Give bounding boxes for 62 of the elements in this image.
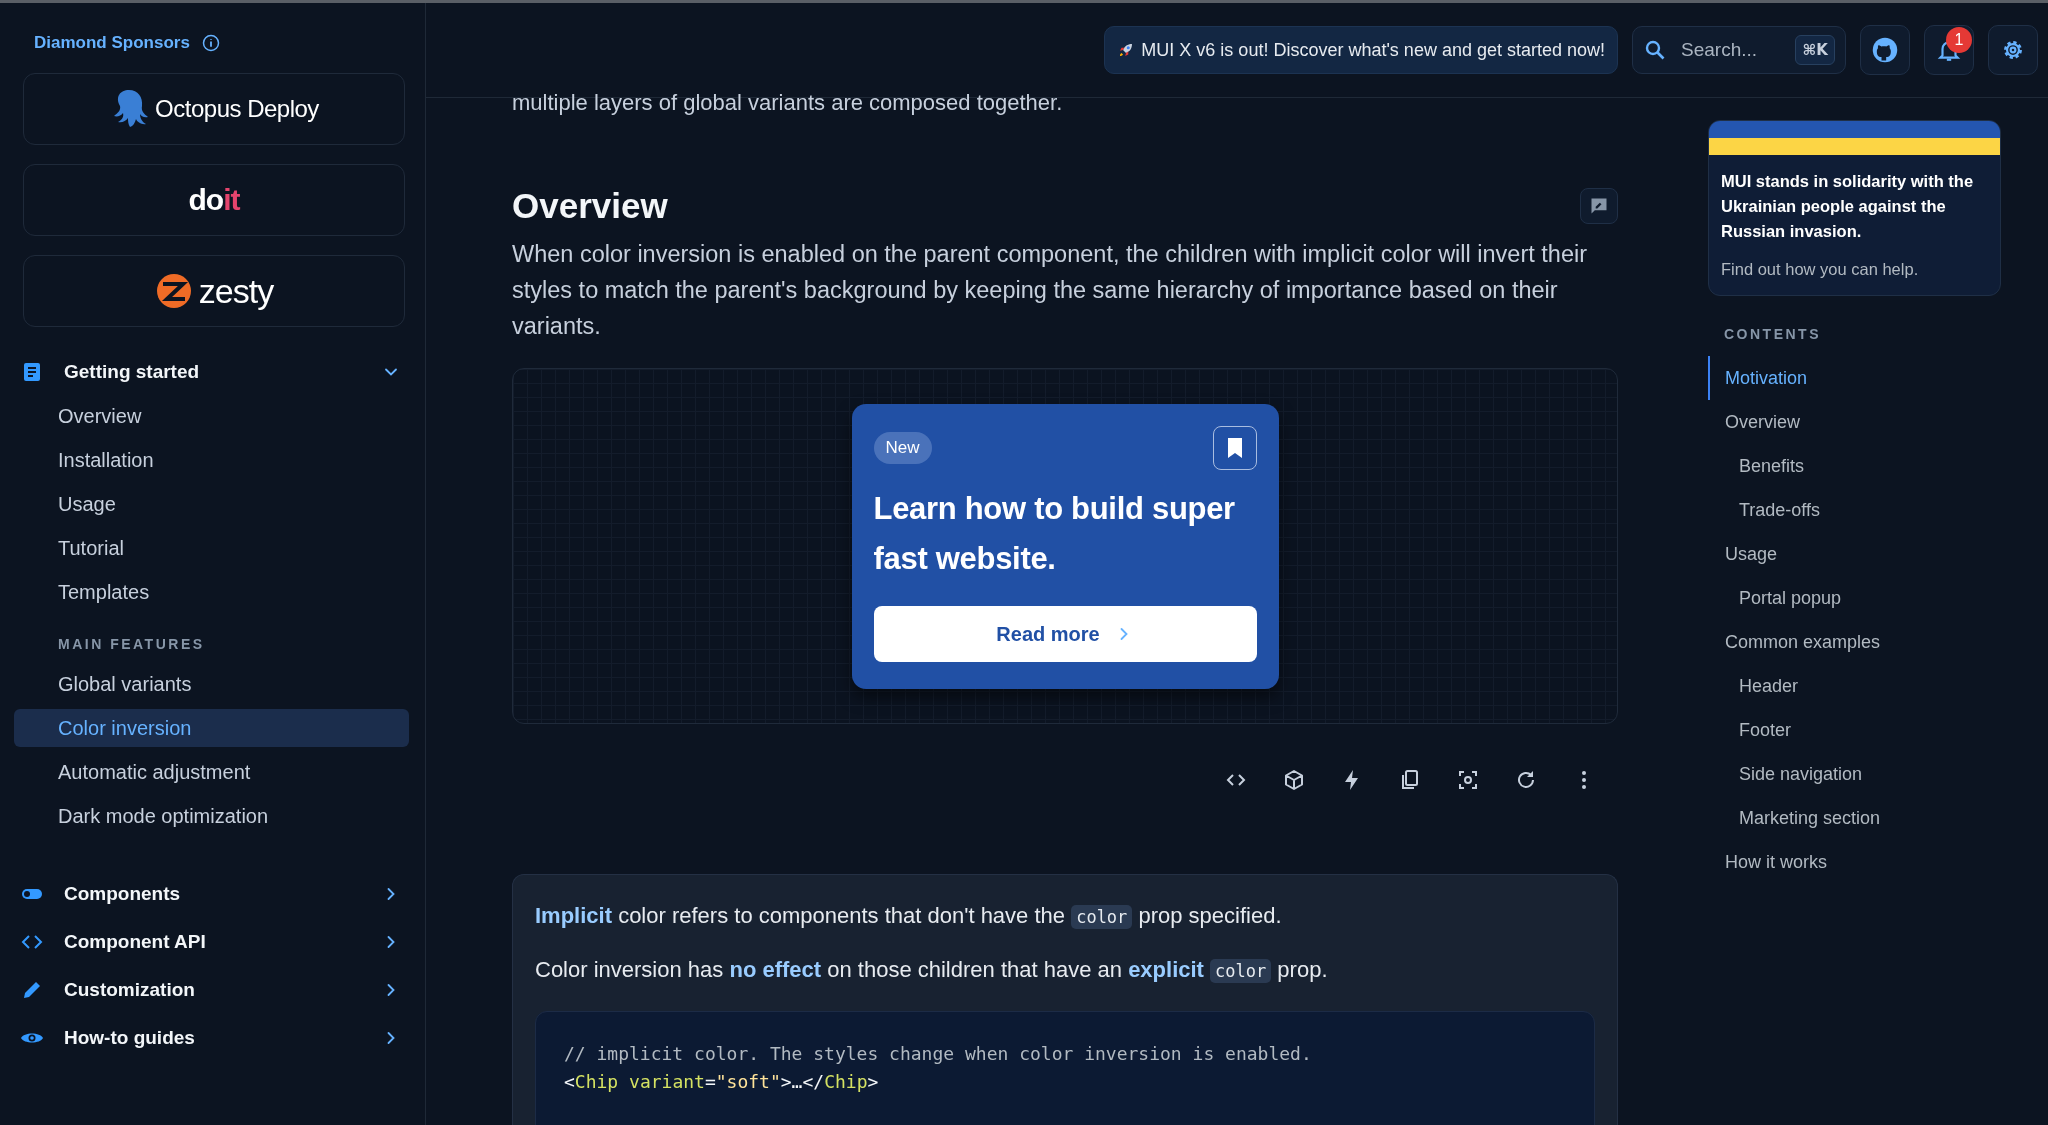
nav-item[interactable]: Templates — [14, 573, 409, 611]
nav-item[interactable]: Dark mode optimization — [14, 797, 409, 835]
toc-link[interactable]: Benefits — [1708, 444, 2048, 488]
nav-section[interactable]: How-to guides — [14, 1016, 409, 1060]
sponsor-logo: doit — [188, 183, 240, 217]
sponsors-label: Diamond Sponsors — [34, 33, 190, 53]
toc-link[interactable]: Header — [1708, 664, 2048, 708]
notification-count: 1 — [1946, 27, 1972, 53]
sponsor-link[interactable]: doit — [23, 164, 405, 236]
contents-label: CONTENTS — [1724, 326, 1822, 342]
toc-link[interactable]: Side navigation — [1708, 752, 2048, 796]
toc-link[interactable]: Trade-offs — [1708, 488, 2048, 532]
toc-link[interactable]: Marketing section — [1708, 796, 2048, 840]
nav-section[interactable]: Getting started — [14, 350, 409, 394]
sponsor-name: zesty — [198, 271, 274, 311]
focus-icon[interactable] — [1456, 768, 1480, 792]
github-button[interactable] — [1860, 25, 1910, 75]
code-block: // implicit color. The styles change when color inversion is enabled. <Chip variant="soft">…</Chip> — [535, 1011, 1595, 1125]
sponsor-link[interactable]: Octopus Deploy — [23, 73, 405, 145]
section-heading: Overview — [512, 186, 668, 226]
paragraph: multiple layers of global variants are composed together. — [512, 90, 1064, 116]
toc-link[interactable]: How it works — [1708, 840, 2048, 884]
paragraph: Color inversion has no effect on those children that have an explicit color prop. — [535, 957, 1329, 983]
announcement-link[interactable]: MUI X v6 is out! Discover what's new and get started now! — [1104, 26, 1618, 74]
nav-item[interactable]: Color inversion — [14, 709, 409, 747]
settings-button[interactable] — [1988, 25, 2038, 75]
new-chip: New — [873, 432, 932, 464]
card-title: Learn how to build super fast website. — [873, 490, 1236, 578]
cube-icon[interactable] — [1282, 768, 1306, 792]
sponsor-name: Octopus Deploy — [155, 95, 319, 123]
feedback-button[interactable] — [1580, 188, 1618, 224]
toc-link[interactable]: Common examples — [1708, 620, 2048, 664]
notifications-button[interactable]: 1 — [1924, 25, 1974, 75]
solidarity-message: MUI stands in solidarity with the Ukrainian people against the Russian invasion. — [1720, 171, 1975, 242]
nav-section[interactable]: Component API — [14, 920, 409, 964]
nav-item[interactable]: Global variants — [14, 665, 409, 703]
toc-link[interactable]: Overview — [1708, 400, 2048, 444]
search-field[interactable]: Search... — [1679, 38, 1784, 62]
sponsor-link[interactable]: zesty — [23, 255, 405, 327]
toc-link[interactable]: Usage — [1708, 532, 2048, 576]
shortcut-hint: ⌘K — [1795, 35, 1835, 65]
search-icon — [1643, 38, 1667, 62]
nav-item[interactable]: Tutorial — [14, 529, 409, 567]
nav-subheader: MAIN FEATURES — [57, 635, 206, 654]
feedback-icon — [1589, 196, 1609, 216]
bookmark-button[interactable] — [1212, 426, 1257, 470]
github-icon — [1871, 36, 1899, 64]
paragraph: When color inversion is enabled on the parent component, the children with implicit color will invert their styles to match the parent's background by keeping the same hierarchy of importance based on their variants. — [512, 240, 1588, 341]
nav-section[interactable]: Components — [14, 872, 409, 916]
info-icon[interactable] — [201, 34, 220, 52]
zesty-emblem-icon — [154, 272, 193, 310]
toc-link[interactable]: Portal popup — [1708, 576, 2048, 620]
nav-item[interactable]: Installation — [14, 441, 409, 479]
nav-item[interactable]: Usage — [14, 485, 409, 523]
nav-section[interactable]: Customization — [14, 968, 409, 1012]
toc-link[interactable]: Footer — [1708, 708, 2048, 752]
nav-item[interactable]: Overview — [14, 397, 409, 435]
toc-link[interactable]: Motivation — [1708, 356, 2048, 400]
help-link[interactable]: Find out how you can help. — [1709, 244, 2000, 295]
nav-item[interactable]: Automatic adjustment — [14, 753, 409, 791]
read-more-button[interactable]: Read more — [873, 606, 1257, 662]
paragraph: Implicit color refers to components that don't have the color prop specified. — [535, 903, 1283, 929]
